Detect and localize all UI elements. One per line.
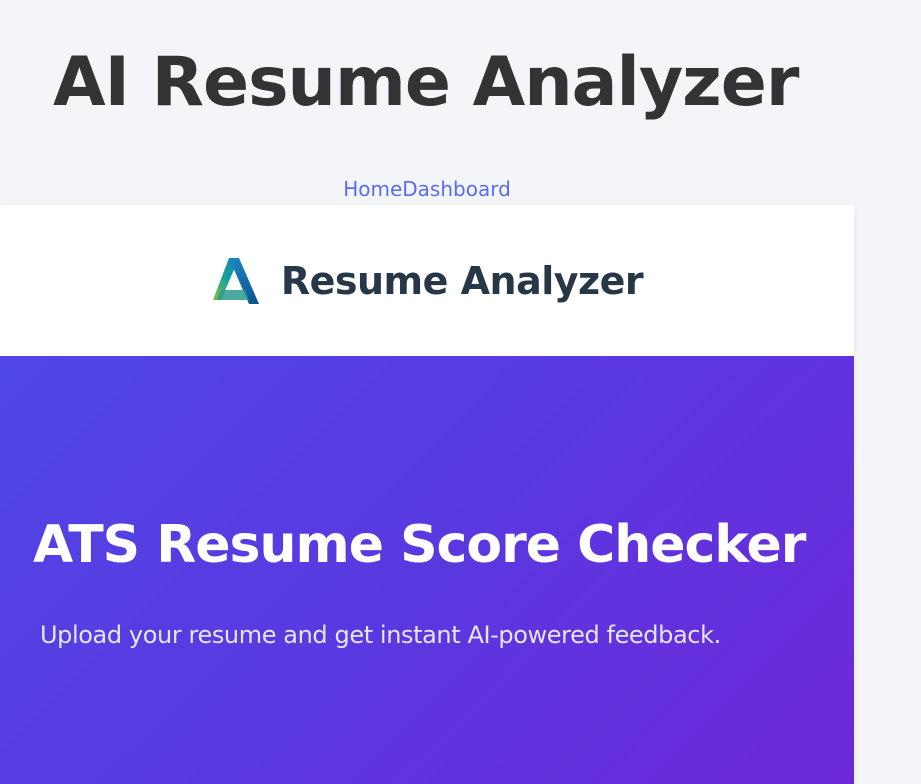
nav-link-home[interactable]: Home	[343, 177, 402, 201]
brand-bar: Resume Analyzer	[0, 205, 854, 356]
top-nav: HomeDashboard	[0, 176, 854, 202]
hero-section: ATS Resume Score Checker Upload your res…	[0, 356, 854, 784]
nav-link-dashboard[interactable]: Dashboard	[402, 177, 511, 201]
main-card: Resume Analyzer ATS Resume Score Checker…	[0, 205, 854, 784]
brand-name: Resume Analyzer	[280, 258, 644, 303]
hero-subtitle: Upload your resume and get instant AI-po…	[40, 621, 721, 649]
hero-title: ATS Resume Score Checker	[33, 515, 806, 575]
logo-icon	[212, 257, 259, 304]
page-title: AI Resume Analyzer	[53, 43, 799, 122]
